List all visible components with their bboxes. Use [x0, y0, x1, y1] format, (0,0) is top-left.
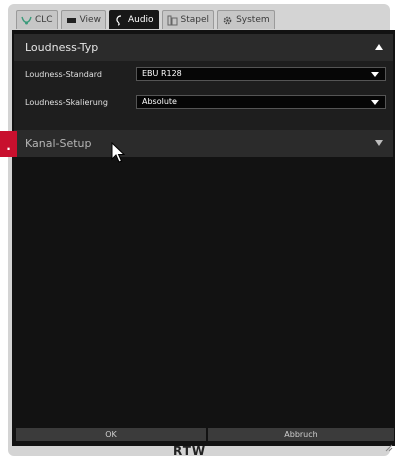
- loudness-scaling-select[interactable]: Absolute: [136, 95, 386, 109]
- tab-system-label: System: [236, 15, 270, 25]
- ok-button-label: OK: [105, 430, 117, 439]
- audio-icon: [114, 14, 125, 26]
- clc-icon: [21, 15, 32, 26]
- dropdown-caret-icon: [371, 100, 379, 105]
- loudness-standard-select[interactable]: EBU R128: [136, 67, 386, 81]
- callout-marker-text: .: [6, 139, 11, 153]
- stack-icon: [167, 15, 178, 26]
- mouse-cursor-icon: [111, 141, 126, 168]
- callout-marker: .: [0, 131, 17, 157]
- tab-clc[interactable]: CLC: [16, 10, 58, 29]
- tab-view-label: View: [79, 15, 101, 25]
- tab-stapel-label: Stapel: [180, 15, 210, 25]
- audio-panel: Loudness-Typ Loudness-Standard EBU R128 …: [12, 30, 395, 446]
- loudness-type-header[interactable]: Loudness-Typ: [14, 34, 393, 61]
- tab-audio[interactable]: Audio: [108, 10, 159, 29]
- loudness-scaling-value: Absolute: [142, 97, 177, 106]
- loudness-scaling-label: Loudness-Skalierung: [25, 98, 108, 107]
- ok-button[interactable]: OK: [16, 428, 206, 441]
- cancel-button-label: Abbruch: [284, 430, 318, 439]
- loudness-type-title: Loudness-Typ: [25, 41, 99, 54]
- channel-setup-header[interactable]: Kanal-Setup: [14, 130, 393, 157]
- gear-icon: [222, 15, 233, 26]
- loudness-type-body: Loudness-Standard EBU R128 Loudness-Skal…: [14, 61, 393, 131]
- tab-stapel[interactable]: Stapel: [161, 10, 215, 29]
- tab-clc-label: CLC: [35, 15, 53, 25]
- loudness-standard-value: EBU R128: [142, 69, 182, 78]
- rtw-logo: RTW: [173, 444, 207, 458]
- tab-system[interactable]: System: [217, 10, 275, 29]
- tab-view[interactable]: View: [60, 10, 106, 29]
- resize-grip-icon[interactable]: [385, 437, 393, 456]
- cancel-button[interactable]: Abbruch: [208, 428, 394, 441]
- expand-arrow-icon[interactable]: [375, 140, 383, 146]
- channel-setup-title: Kanal-Setup: [25, 137, 92, 150]
- dropdown-caret-icon: [371, 72, 379, 77]
- collapse-arrow-icon[interactable]: [375, 44, 383, 50]
- loudness-standard-label: Loudness-Standard: [25, 70, 102, 79]
- view-icon: [66, 15, 77, 26]
- tab-audio-label: Audio: [127, 15, 154, 25]
- tab-bar: CLC View Audio Stapel System: [16, 10, 275, 30]
